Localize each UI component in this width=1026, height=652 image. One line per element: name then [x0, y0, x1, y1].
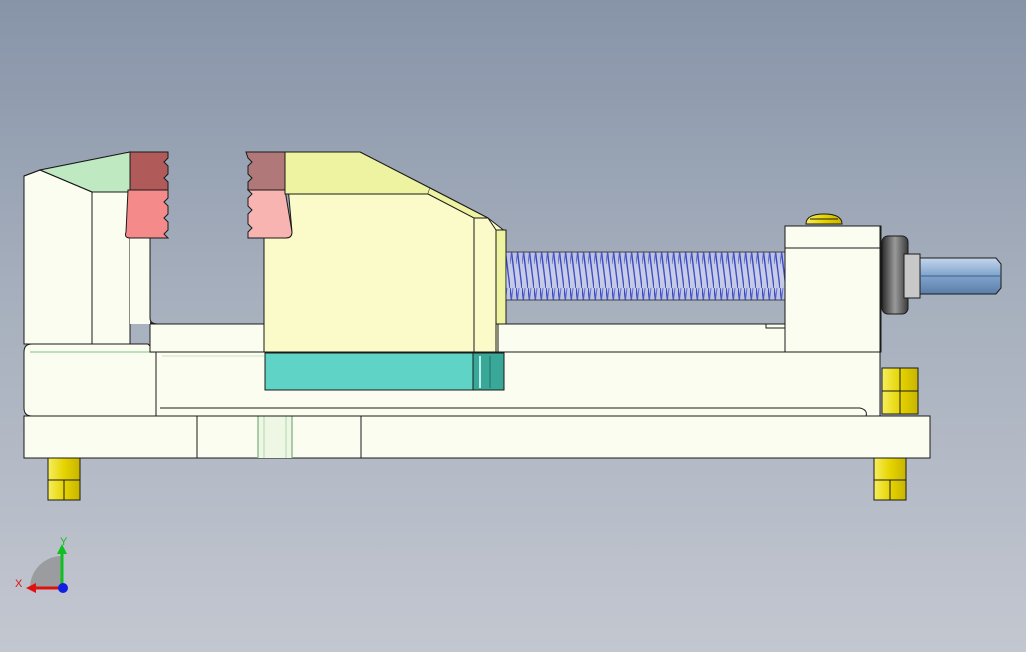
thrust-washer[interactable] — [881, 235, 921, 315]
right-foot-bolt[interactable] — [873, 457, 907, 501]
slide-block[interactable] — [264, 352, 505, 391]
base-plate[interactable] — [23, 415, 931, 459]
lead-screw[interactable] — [505, 251, 787, 301]
orientation-triad[interactable]: Y X — [15, 536, 68, 593]
vise-model-3d-view[interactable]: Y X — [0, 0, 1026, 652]
movable-jaw[interactable] — [263, 151, 507, 353]
left-foot-bolt[interactable] — [47, 457, 81, 501]
hex-drive-end[interactable] — [919, 257, 1002, 295]
y-axis-label: Y — [60, 536, 68, 548]
fixed-jaw-plate[interactable] — [125, 151, 170, 239]
side-clamp-bolt[interactable] — [881, 367, 919, 415]
cad-viewport[interactable]: Y X — [0, 0, 1026, 652]
x-axis-label: X — [15, 578, 23, 590]
top-set-screw[interactable] — [805, 213, 843, 225]
z-axis-dot — [58, 583, 68, 593]
triad-plane-shading — [30, 556, 62, 588]
